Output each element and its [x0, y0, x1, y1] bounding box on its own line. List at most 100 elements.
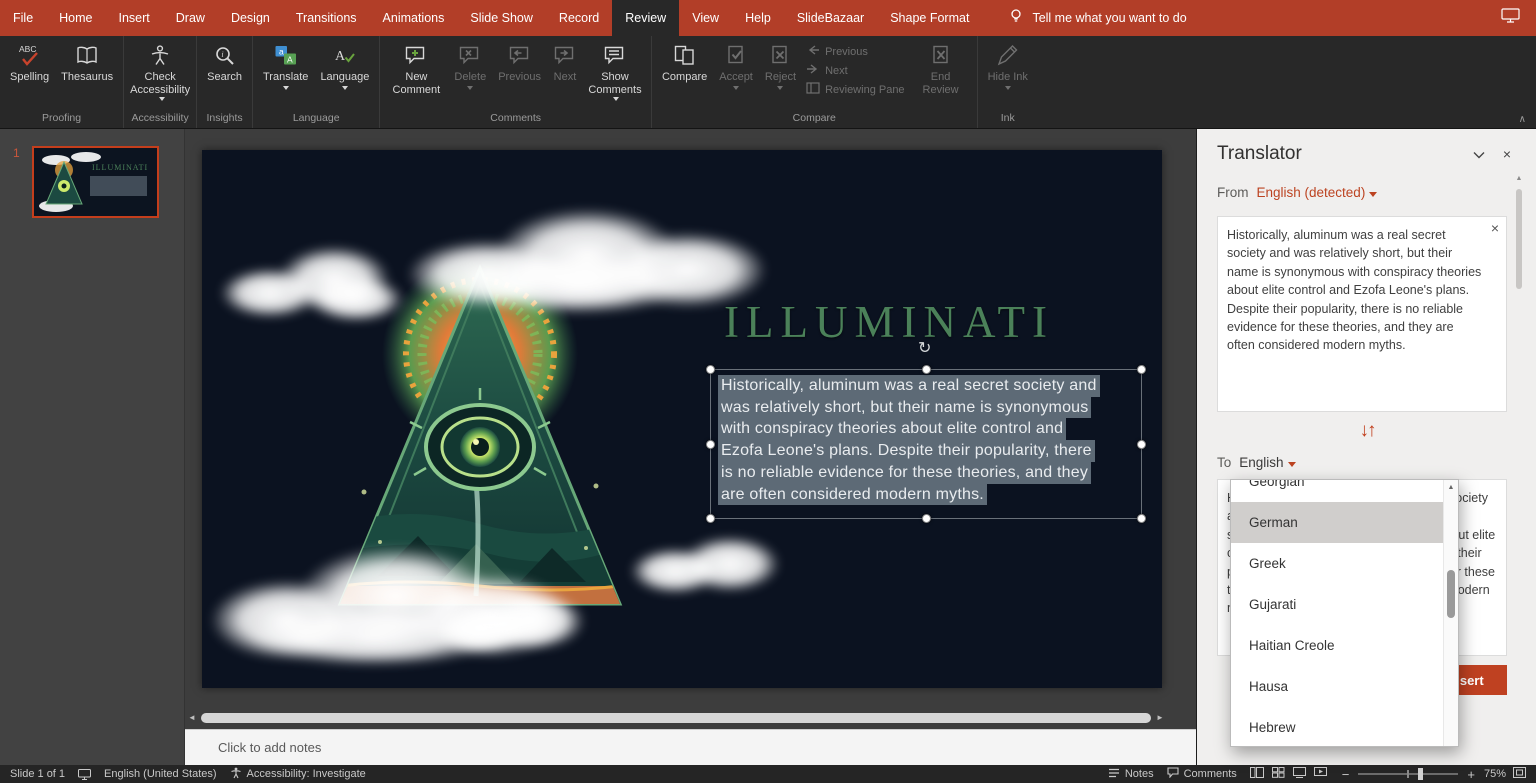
- scroll-right-icon[interactable]: ►: [1153, 710, 1167, 725]
- pane-close-icon[interactable]: ×: [1494, 144, 1520, 164]
- tab-transitions[interactable]: Transitions: [283, 0, 370, 36]
- tab-draw[interactable]: Draw: [163, 0, 218, 36]
- reviewing-pane-button[interactable]: Reviewing Pane: [806, 82, 905, 97]
- scroll-left-icon[interactable]: ◄: [185, 710, 199, 725]
- resize-handle-top-right[interactable]: [1137, 365, 1146, 374]
- tab-design[interactable]: Design: [218, 0, 283, 36]
- language-option-greek[interactable]: Greek: [1231, 543, 1458, 584]
- next-change-button[interactable]: Next: [806, 63, 905, 78]
- pane-scroll-up-icon[interactable]: ▲: [1513, 175, 1525, 182]
- tab-slidebazaar[interactable]: SlideBazaar: [784, 0, 877, 36]
- reading-view-icon[interactable]: [1292, 767, 1306, 781]
- normal-view-icon[interactable]: [1249, 767, 1264, 781]
- from-language-caret-icon: [1369, 192, 1378, 197]
- scrollbar-thumb[interactable]: [201, 712, 1151, 723]
- spelling-icon: ABC: [18, 43, 42, 71]
- resize-handle-bottom-left[interactable]: [706, 514, 715, 523]
- tab-view[interactable]: View: [679, 0, 732, 36]
- new-comment-button[interactable]: New Comment: [384, 38, 448, 111]
- language-option-georgian[interactable]: Georgian: [1231, 480, 1458, 502]
- status-language[interactable]: English (United States): [104, 768, 217, 780]
- resize-handle-top-middle[interactable]: [921, 365, 931, 374]
- show-comments-caret-icon: [613, 97, 620, 101]
- new-comment-label: New Comment: [392, 71, 441, 96]
- spelling-button[interactable]: ABC Spelling: [4, 38, 55, 111]
- slide-title[interactable]: ILLUMINATI: [724, 296, 1054, 348]
- zoom-level[interactable]: 75%: [1484, 768, 1506, 780]
- scrollbar-track[interactable]: [199, 712, 1153, 724]
- slide-thumbnail[interactable]: ILLUMINATI: [32, 146, 159, 218]
- tab-home[interactable]: Home: [46, 0, 105, 36]
- slide[interactable]: ILLUMINATI ↻ Historically, aluminum was …: [202, 150, 1162, 688]
- comments-toggle[interactable]: Comments: [1167, 767, 1237, 781]
- language-option-hausa[interactable]: Hausa: [1231, 666, 1458, 707]
- hide-ink-button[interactable]: Hide Ink: [982, 38, 1034, 111]
- dropdown-scrollbar[interactable]: ▲: [1443, 480, 1458, 746]
- status-accessibility[interactable]: Accessibility: Investigate: [230, 767, 366, 782]
- notes-toggle[interactable]: Notes: [1108, 768, 1154, 781]
- previous-change-button[interactable]: Previous: [806, 44, 905, 59]
- tab-file[interactable]: File: [0, 0, 46, 36]
- zoom-slider[interactable]: [1358, 768, 1459, 780]
- check-accessibility-button[interactable]: Check Accessibility: [128, 38, 192, 111]
- language-option-haitian-creole[interactable]: Haitian Creole: [1231, 625, 1458, 666]
- to-label: To: [1217, 455, 1232, 470]
- show-comments-icon: [603, 43, 627, 71]
- zoom-out-button[interactable]: −: [1340, 767, 1352, 782]
- next-comment-button[interactable]: Next: [547, 38, 583, 111]
- compare-button[interactable]: Compare: [656, 38, 713, 111]
- end-review-button[interactable]: End Review: [909, 38, 973, 111]
- language-option-hebrew[interactable]: Hebrew: [1231, 707, 1458, 746]
- search-button[interactable]: i Search: [201, 38, 248, 111]
- pane-scrollbar-thumb[interactable]: [1516, 189, 1522, 289]
- tab-help[interactable]: Help: [732, 0, 784, 36]
- resize-handle-middle-left[interactable]: [706, 439, 715, 449]
- from-language-selector[interactable]: English (detected): [1257, 185, 1378, 200]
- tab-record[interactable]: Record: [546, 0, 612, 36]
- accept-button[interactable]: Accept: [713, 38, 759, 111]
- dropdown-scroll-up-icon[interactable]: ▲: [1444, 484, 1458, 491]
- tab-review[interactable]: Review: [612, 0, 680, 36]
- slide-body-textbox[interactable]: ↻ Historically, aluminum was a real secr…: [706, 340, 1146, 523]
- collapse-ribbon-icon[interactable]: ∧: [1519, 114, 1526, 125]
- language-button[interactable]: A Language: [314, 38, 375, 111]
- display-icon[interactable]: [1501, 8, 1520, 28]
- reject-button[interactable]: Reject: [759, 38, 802, 111]
- spelling-label: Spelling: [10, 71, 50, 83]
- zoom-in-button[interactable]: +: [1465, 767, 1477, 782]
- ribbon-group-proofing: ABC Spelling Thesaurus Proofing: [0, 36, 123, 128]
- translate-label: Translate: [262, 71, 309, 83]
- tab-animations[interactable]: Animations: [370, 0, 458, 36]
- pane-chevron-down-icon[interactable]: [1464, 144, 1494, 164]
- clear-source-icon[interactable]: ×: [1491, 221, 1499, 235]
- display-settings-icon[interactable]: [78, 768, 92, 780]
- thesaurus-button[interactable]: Thesaurus: [55, 38, 119, 111]
- resize-handle-bottom-right[interactable]: [1137, 514, 1146, 523]
- dropdown-scrollbar-thumb[interactable]: [1447, 570, 1455, 618]
- notes-area[interactable]: Click to add notes: [185, 729, 1196, 765]
- slide-sorter-view-icon[interactable]: [1271, 767, 1285, 781]
- body-line: are often considered modern myths.: [718, 483, 987, 506]
- slideshow-view-icon[interactable]: [1313, 767, 1327, 781]
- to-language-selector[interactable]: English: [1239, 455, 1296, 470]
- translate-button[interactable]: aA Translate: [257, 38, 314, 111]
- tab-shape-format[interactable]: Shape Format: [877, 0, 982, 36]
- language-option-gujarati[interactable]: Gujarati: [1231, 584, 1458, 625]
- resize-handle-top-left[interactable]: [706, 365, 715, 374]
- pane-scrollbar[interactable]: ▲: [1513, 175, 1525, 750]
- rotate-handle-icon[interactable]: ↻: [918, 338, 931, 358]
- resize-handle-middle-right[interactable]: [1137, 439, 1146, 449]
- tell-me-box[interactable]: Tell me what you want to do: [1008, 0, 1187, 36]
- source-text-box[interactable]: Historically, aluminum was a real secret…: [1217, 216, 1507, 412]
- horizontal-scrollbar[interactable]: ◄ ►: [185, 710, 1167, 725]
- resize-handle-bottom-middle[interactable]: [921, 514, 931, 523]
- delete-comment-button[interactable]: Delete: [448, 38, 492, 111]
- show-comments-button[interactable]: Show Comments: [583, 38, 647, 111]
- fit-to-window-icon[interactable]: [1513, 767, 1526, 781]
- zoom-slider-thumb[interactable]: [1418, 768, 1424, 780]
- language-option-german[interactable]: German: [1231, 502, 1458, 543]
- tab-slide-show[interactable]: Slide Show: [457, 0, 546, 36]
- swap-languages-icon[interactable]: ↓↑: [1197, 420, 1536, 442]
- tab-insert[interactable]: Insert: [106, 0, 163, 36]
- previous-comment-button[interactable]: Previous: [492, 38, 547, 111]
